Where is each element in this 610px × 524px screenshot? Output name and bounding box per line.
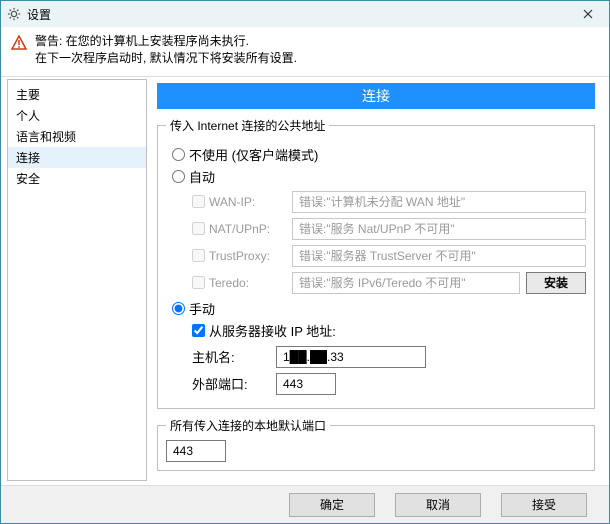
radio-auto-input[interactable] <box>172 170 185 183</box>
sidebar-item-lang-video[interactable]: 语言和视频 <box>8 126 146 147</box>
radio-manual[interactable]: 手动 <box>172 299 586 318</box>
settings-window: 设置 警告: 在您的计算机上安装程序尚未执行. 在下一次程序启动时, 默认情况下… <box>0 0 610 524</box>
local-port-legend: 所有传入连接的本地默认端口 <box>166 417 330 434</box>
install-button[interactable]: 安装 <box>526 272 586 294</box>
sidebar-item-label: 连接 <box>16 151 40 165</box>
close-button[interactable] <box>567 1 609 27</box>
teredo-checkbox[interactable] <box>192 276 205 289</box>
wan-ip-field[interactable] <box>292 191 586 213</box>
radio-none-input[interactable] <box>172 148 185 161</box>
warning-icon <box>11 35 27 68</box>
ext-port-input[interactable] <box>276 373 336 395</box>
gear-icon <box>7 7 21 21</box>
radio-manual-input[interactable] <box>172 302 185 315</box>
ok-button-label: 确定 <box>320 496 344 513</box>
local-port-input[interactable] <box>166 440 226 462</box>
warning-line2: 在下一次程序启动时, 默认情况下将安装所有设置. <box>35 50 297 67</box>
sidebar-item-label: 个人 <box>16 109 40 123</box>
sidebar-item-label: 主要 <box>16 88 40 102</box>
ext-port-row: 外部端口: <box>192 373 586 395</box>
trust-checkbox[interactable] <box>192 249 205 262</box>
trust-row: TrustProxy: <box>192 245 586 267</box>
install-button-label: 安装 <box>544 274 568 291</box>
receive-ip-check[interactable]: 从服务器接收 IP 地址: <box>192 321 586 340</box>
radio-auto-label: 自动 <box>189 167 215 186</box>
radio-auto[interactable]: 自动 <box>172 167 586 186</box>
ok-button[interactable]: 确定 <box>289 493 375 517</box>
teredo-row: Teredo: 安装 <box>192 272 586 294</box>
trust-check[interactable]: TrustProxy: <box>192 249 292 263</box>
cancel-button[interactable]: 取消 <box>395 493 481 517</box>
radio-none[interactable]: 不使用 (仅客户端模式) <box>172 145 586 164</box>
section-title: 连接 <box>157 83 595 109</box>
nat-field[interactable] <box>292 218 586 240</box>
sidebar-item-label: 安全 <box>16 172 40 186</box>
warning-text: 警告: 在您的计算机上安装程序尚未执行. 在下一次程序启动时, 默认情况下将安装… <box>35 33 297 68</box>
host-label: 主机名: <box>192 347 276 366</box>
cancel-button-label: 取消 <box>426 496 450 513</box>
nat-check[interactable]: NAT/UPnP: <box>192 222 292 236</box>
radio-manual-label: 手动 <box>189 299 215 318</box>
receive-ip-checkbox[interactable] <box>192 324 205 337</box>
warning-banner: 警告: 在您的计算机上安装程序尚未执行. 在下一次程序启动时, 默认情况下将安装… <box>1 27 609 76</box>
teredo-label: Teredo: <box>209 276 249 290</box>
warning-line1: 警告: 在您的计算机上安装程序尚未执行. <box>35 33 297 50</box>
radio-none-label: 不使用 (仅客户端模式) <box>189 145 318 164</box>
titlebar: 设置 <box>1 1 609 27</box>
auto-options: WAN-IP: NAT/UPnP: TrustProxy: Teredo: <box>192 191 586 294</box>
dialog-body: 主要 个人 语言和视频 连接 安全 连接 传入 Internet 连接的公共地址… <box>1 76 609 485</box>
main-panel: 连接 传入 Internet 连接的公共地址 不使用 (仅客户端模式) 自动 W… <box>151 77 609 485</box>
trust-label: TrustProxy: <box>209 249 270 263</box>
sidebar: 主要 个人 语言和视频 连接 安全 <box>7 79 147 481</box>
receive-ip-label: 从服务器接收 IP 地址: <box>209 321 336 340</box>
window-title: 设置 <box>27 6 51 23</box>
manual-options: 从服务器接收 IP 地址: 主机名: 外部端口: <box>192 321 586 395</box>
wan-ip-row: WAN-IP: <box>192 191 586 213</box>
sidebar-item-security[interactable]: 安全 <box>8 168 146 189</box>
sidebar-item-label: 语言和视频 <box>16 130 76 144</box>
host-input[interactable] <box>276 346 426 368</box>
close-icon <box>583 6 593 22</box>
ext-port-label: 外部端口: <box>192 374 276 393</box>
nat-label: NAT/UPnP: <box>209 222 270 236</box>
local-port-group: 所有传入连接的本地默认端口 <box>157 417 595 471</box>
sidebar-item-connection[interactable]: 连接 <box>8 147 146 168</box>
wan-ip-check[interactable]: WAN-IP: <box>192 195 292 209</box>
incoming-address-group: 传入 Internet 连接的公共地址 不使用 (仅客户端模式) 自动 WAN-… <box>157 117 595 409</box>
accept-button-label: 接受 <box>532 496 556 513</box>
titlebar-left: 设置 <box>7 6 51 23</box>
dialog-footer: 确定 取消 接受 <box>1 485 609 523</box>
nat-row: NAT/UPnP: <box>192 218 586 240</box>
wan-ip-checkbox[interactable] <box>192 195 205 208</box>
sidebar-item-main[interactable]: 主要 <box>8 84 146 105</box>
wan-ip-label: WAN-IP: <box>209 195 255 209</box>
nat-checkbox[interactable] <box>192 222 205 235</box>
incoming-legend: 传入 Internet 连接的公共地址 <box>166 117 329 134</box>
sidebar-item-personal[interactable]: 个人 <box>8 105 146 126</box>
host-row: 主机名: <box>192 346 586 368</box>
teredo-check[interactable]: Teredo: <box>192 276 292 290</box>
teredo-field[interactable] <box>292 272 520 294</box>
trust-field[interactable] <box>292 245 586 267</box>
accept-button[interactable]: 接受 <box>501 493 587 517</box>
